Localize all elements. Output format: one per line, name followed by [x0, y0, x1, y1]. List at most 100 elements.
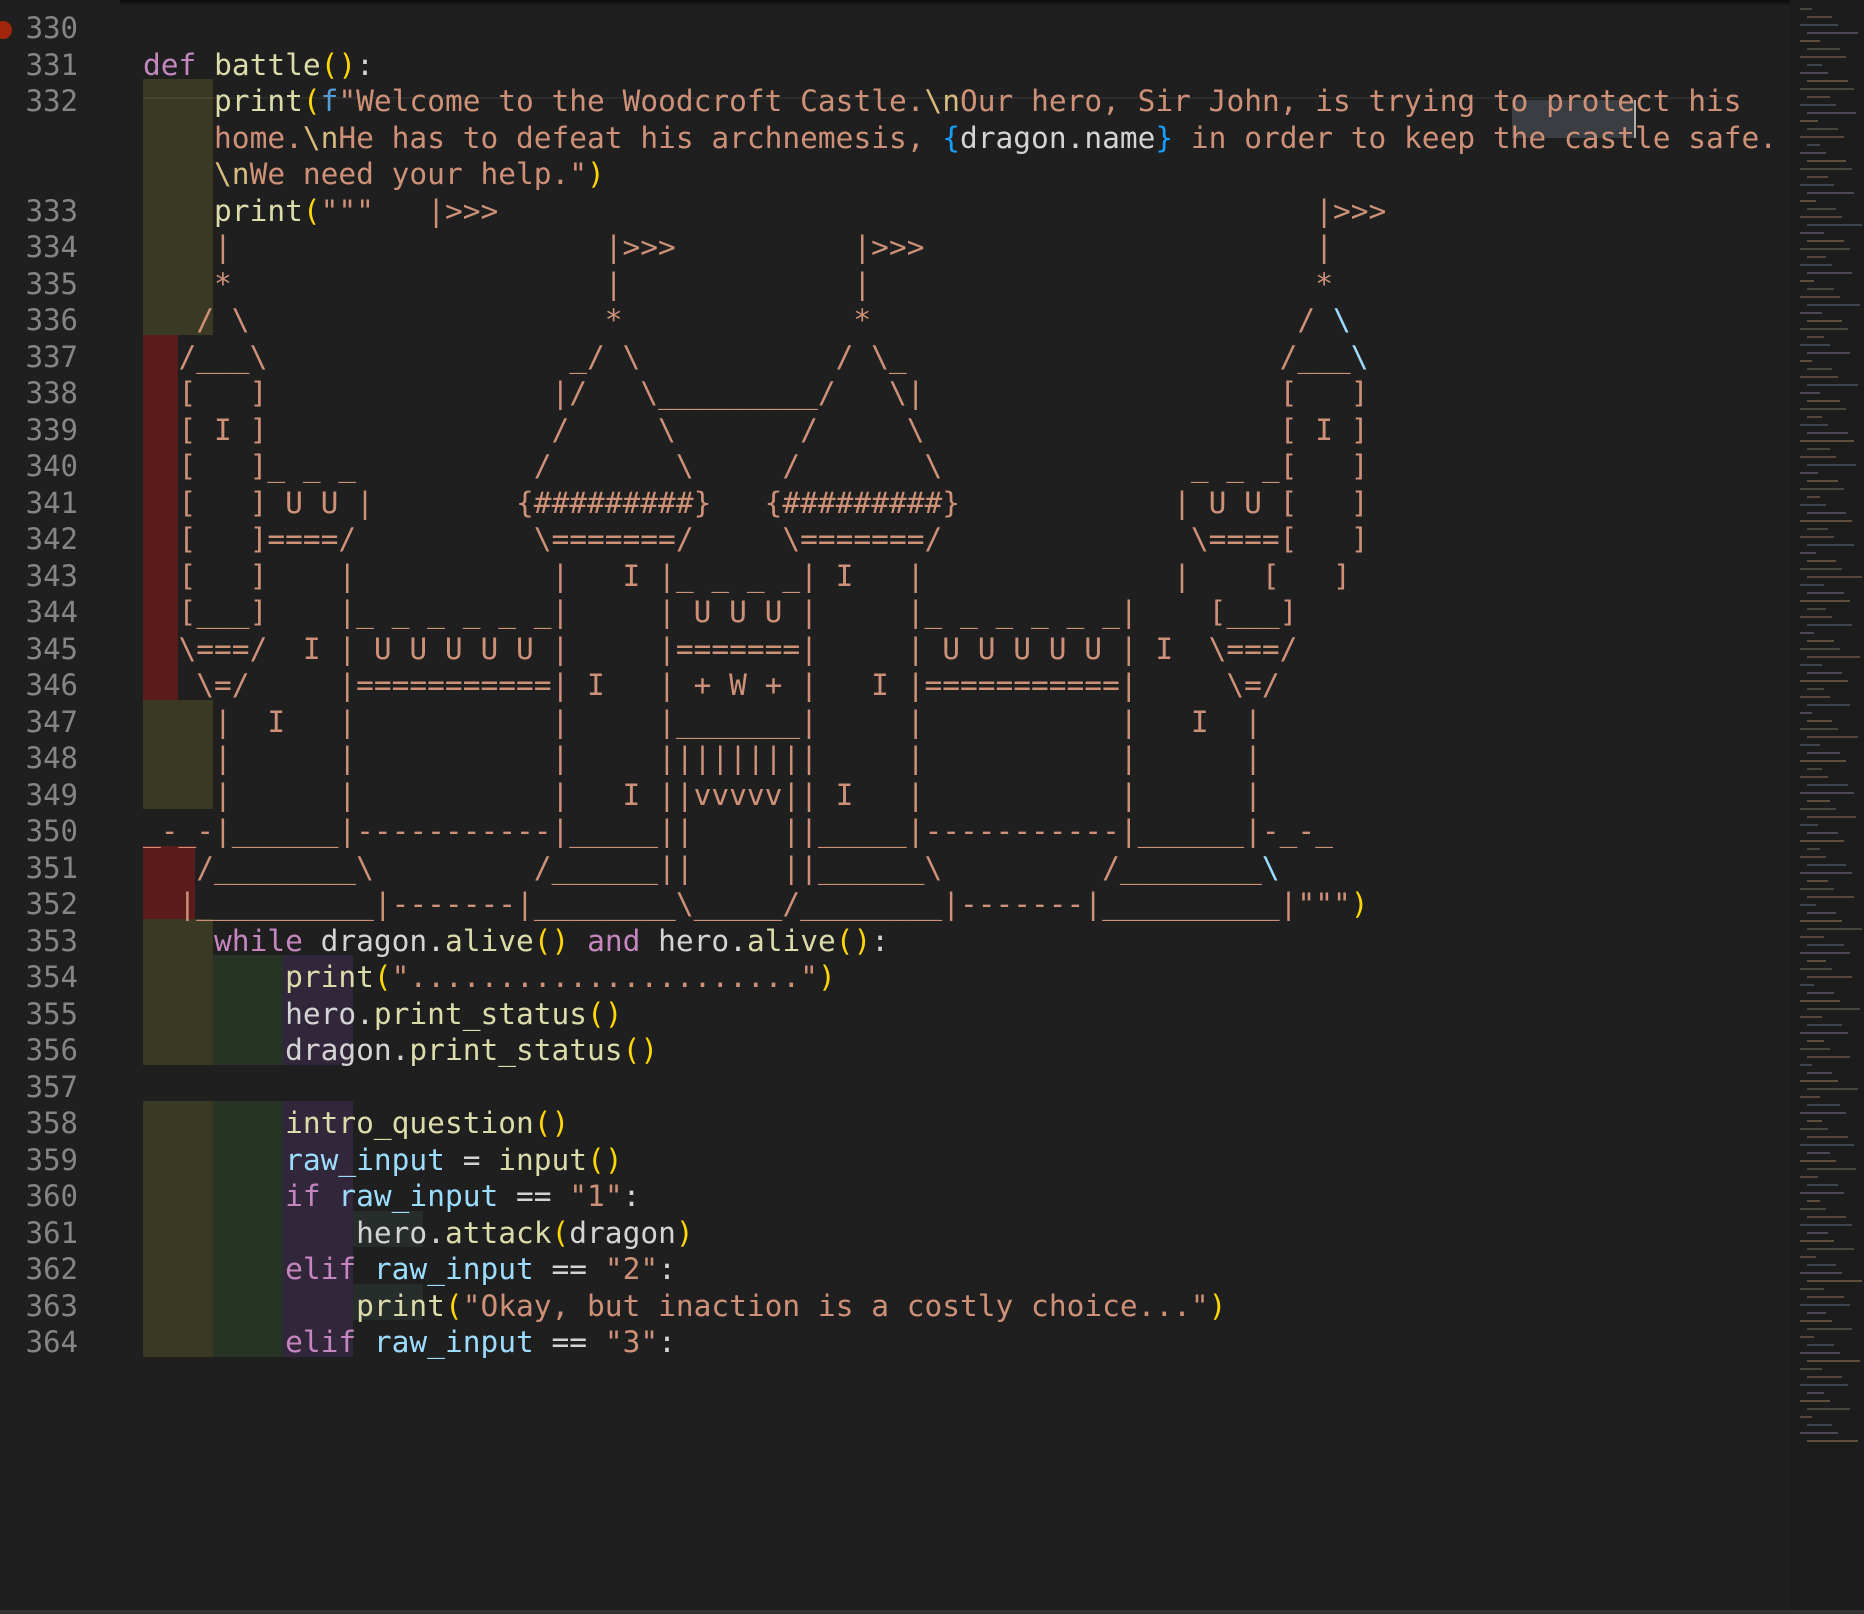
code-token: hero.: [143, 996, 374, 1031]
minimap-line: [1807, 800, 1830, 802]
minimap-line: [1807, 816, 1856, 818]
minimap-line: [1807, 96, 1830, 98]
minimap-line: [1807, 1280, 1862, 1282]
minimap-line: [1807, 576, 1862, 578]
minimap-line: [1800, 168, 1852, 170]
minimap-line: [1800, 376, 1838, 378]
minimap-line: [1807, 512, 1846, 514]
minimap-line: [1807, 1376, 1842, 1378]
code-token: [ ] |/ \_________/ \| [ ]: [143, 376, 1369, 410]
minimap-line: [1807, 1104, 1840, 1106]
minimap-line: [1800, 1000, 1840, 1002]
code-token: \: [1261, 850, 1280, 885]
code-token: }: [1155, 120, 1174, 155]
code-token: "......................": [391, 960, 818, 994]
line-number: 364: [25, 1325, 78, 1359]
minimap-line: [1800, 568, 1842, 570]
minimap-line: [1800, 1176, 1818, 1178]
code-token: alive: [746, 923, 836, 958]
minimap-line: [1807, 704, 1850, 706]
horizontal-scrollbar[interactable]: [0, 1610, 1864, 1614]
code-token: dragon.name: [960, 120, 1156, 155]
minimap-line: [1800, 56, 1846, 58]
minimap-line: [1800, 72, 1828, 74]
code-token: ==: [533, 1325, 605, 1359]
minimap-line: [1807, 320, 1842, 322]
minimap-line: [1800, 1128, 1828, 1130]
minimap-line: [1807, 288, 1834, 290]
minimap-line: [1807, 832, 1838, 834]
code-token: ): [817, 960, 836, 994]
minimap-line: [1807, 1440, 1858, 1442]
code-token: dragon.: [143, 1033, 410, 1067]
code-token: :: [356, 47, 374, 82]
minimap-line: [1800, 760, 1846, 762]
code-token: raw_input: [338, 1179, 499, 1213]
minimap-line: [1800, 600, 1850, 602]
code-line[interactable]: elif raw_input == "3":: [143, 1320, 676, 1364]
minimap-line: [1800, 440, 1854, 442]
minimap-line: [1800, 312, 1822, 314]
minimap-line: [1807, 192, 1854, 194]
minimap-line: [1800, 920, 1842, 922]
minimap-line: [1807, 752, 1840, 754]
minimap-line: [1807, 208, 1836, 210]
code-area[interactable]: def battle(): print(f"Welcome to the Woo…: [143, 0, 1793, 1614]
minimap-line: [1800, 792, 1854, 794]
minimap-line: [1800, 1016, 1822, 1018]
minimap-line: [1800, 1416, 1812, 1418]
minimap-line: [1807, 1392, 1824, 1394]
code-token: print_status: [373, 996, 588, 1031]
minimap-line: [1800, 696, 1830, 698]
minimap-line: [1807, 976, 1852, 978]
minimap-line: [1800, 1192, 1844, 1194]
minimap-line: [1807, 640, 1834, 642]
minimap-line: [1800, 104, 1836, 106]
code-token: \n: [302, 120, 339, 155]
code-token: ): [675, 1215, 694, 1250]
minimap-line: [1807, 160, 1846, 162]
minimap-line: [1807, 400, 1840, 402]
minimap-line: [1807, 80, 1848, 82]
code-token: elif: [285, 1325, 357, 1359]
minimap-line: [1800, 40, 1820, 42]
minimap-line: [1807, 480, 1838, 482]
minimap-line: [1807, 1024, 1842, 1026]
minimap-line: [1800, 1336, 1814, 1338]
minimap-line: [1800, 632, 1814, 634]
code-token: and: [587, 923, 641, 958]
minimap-line: [1800, 1112, 1846, 1114]
minimap-line: [1807, 1360, 1860, 1362]
minimap-line: [1807, 528, 1828, 530]
minimap-line: [1807, 896, 1854, 898]
code-token: \n: [214, 157, 250, 191]
minimap[interactable]: [1790, 0, 1864, 1614]
minimap-line: [1800, 616, 1832, 618]
minimap-line: [1807, 1232, 1828, 1234]
minimap-line: [1807, 432, 1848, 434]
code-token: (: [302, 84, 321, 118]
code-token: | | | I ||vvvvv|| I | | |: [143, 777, 1262, 812]
code-token: | |>>> |>>> |: [143, 230, 1333, 264]
minimap-line: [1800, 888, 1834, 890]
code-editor[interactable]: 330 331 332 333 334 335 336 337 338 339 340 341 342 3…: [0, 0, 1864, 1614]
code-token: :: [871, 923, 890, 958]
minimap-line: [1807, 448, 1830, 450]
minimap-line: [1800, 328, 1848, 330]
minimap-line: [1800, 1240, 1834, 1242]
code-token: * | | *: [143, 266, 1333, 301]
code-token: if: [285, 1179, 321, 1213]
minimap-line: [1807, 128, 1838, 130]
minimap-line: [1800, 552, 1816, 554]
code-token: input: [498, 1142, 588, 1177]
minimap-line: [1800, 120, 1818, 122]
code-token: attack: [444, 1215, 552, 1250]
code-token: {: [942, 120, 961, 155]
minimap-line: [1807, 1152, 1830, 1154]
code-line[interactable]: dragon.print_status(): [143, 1028, 658, 1072]
line-number-gutter[interactable]: 330 331 332 333 334 335 336 337 338 339 340 341 342 3…: [0, 0, 120, 1614]
code-token: raw_input: [373, 1325, 534, 1359]
